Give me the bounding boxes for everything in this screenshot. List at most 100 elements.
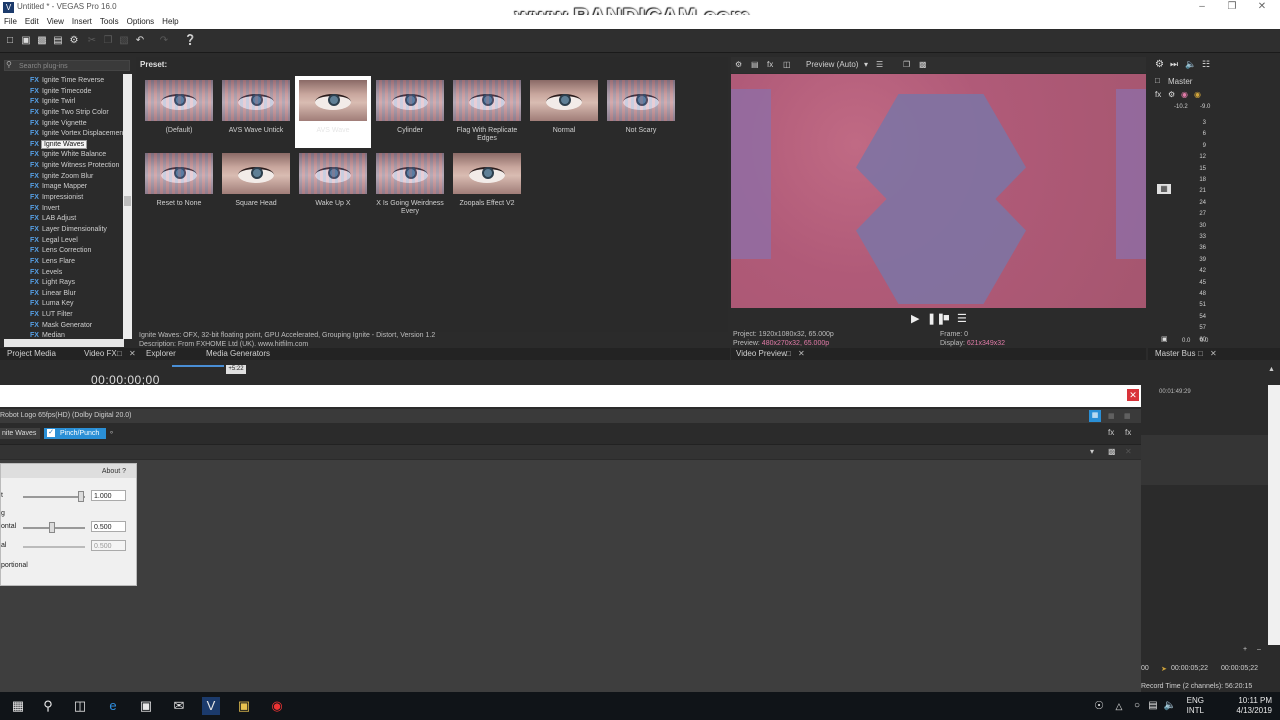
plugin-item[interactable]: FX Light Rays [30, 278, 124, 289]
plugin-item[interactable]: FX Image Mapper [30, 182, 124, 193]
lock-icon[interactable]: ▣ [1161, 335, 1168, 343]
menu-help[interactable]: Help [158, 15, 182, 29]
bandicam-record-icon[interactable]: ◉ [268, 697, 286, 715]
plugin-list-horizontal-scrollbar[interactable] [4, 339, 124, 347]
cut-icon[interactable]: ✂ [86, 35, 98, 47]
param-value-field[interactable]: 0.500 [91, 540, 126, 551]
menu-tools[interactable]: Tools [96, 15, 123, 29]
delete-preset-icon[interactable]: ✕ [1125, 447, 1132, 456]
plugin-item[interactable]: FX Ignite Witness Protection [30, 161, 124, 172]
record-icon[interactable]: ◉ [1181, 90, 1188, 99]
plugin-item[interactable]: FX Linear Blur [30, 289, 124, 300]
copy-snapshot-icon[interactable]: ❐ [903, 60, 910, 69]
open-folder-icon[interactable]: ▣ [20, 35, 32, 47]
timeline-track-area[interactable] [1141, 435, 1268, 485]
people-icon[interactable]: ☉ [1090, 697, 1108, 715]
master-close-icon[interactable]: ✕ [1210, 349, 1217, 358]
preview-close-icon[interactable]: ✕ [798, 349, 805, 358]
menu-insert[interactable]: Insert [68, 15, 96, 29]
zoom-out-icon[interactable]: – [1257, 646, 1261, 653]
redo-icon[interactable]: ↷ [158, 35, 170, 47]
master-fx-icon[interactable]: fx [1155, 90, 1161, 99]
menu-file[interactable]: File [0, 15, 21, 29]
menu-options[interactable]: Options [123, 15, 159, 29]
tab-close-icon[interactable]: ✕ [129, 349, 136, 358]
master-settings-icon[interactable]: ⚙ [1168, 90, 1175, 99]
about-link[interactable]: About ? [102, 468, 126, 475]
menu-view[interactable]: View [43, 15, 68, 29]
preset-item[interactable]: X Is Going Weirdness Every [372, 149, 448, 215]
new-icon[interactable]: □ [4, 35, 16, 47]
overlays-icon[interactable]: ☰ [876, 60, 883, 69]
menu-edit[interactable]: Edit [21, 15, 43, 29]
speaker-icon[interactable]: 🔈 [1185, 59, 1196, 70]
scrollbar-thumb[interactable] [124, 196, 131, 206]
preview-settings-icon[interactable]: ▤ [751, 60, 759, 69]
preview-float-icon[interactable]: □ [786, 349, 791, 358]
chain-option-2-icon[interactable]: ▦ [1124, 412, 1131, 420]
windows-start-icon[interactable]: ▦ [9, 697, 27, 715]
volume-icon[interactable]: 🔈 [1161, 697, 1179, 715]
preset-item[interactable]: Square Head [218, 149, 294, 215]
plugin-item[interactable]: FX Ignite Zoom Blur [30, 172, 124, 183]
paste-icon[interactable]: ▧ [118, 35, 130, 47]
zoom-in-icon[interactable]: + [1243, 646, 1247, 653]
render-icon[interactable]: ▤ [52, 35, 64, 47]
plugin-item[interactable]: FX Ignite Vortex Displacement [30, 129, 124, 140]
plugin-item[interactable]: FX Lens Flare [30, 257, 124, 268]
save-snapshot-icon[interactable]: ▩ [919, 60, 927, 69]
timeline-vertical-scrollbar[interactable] [1268, 385, 1280, 645]
preset-item[interactable]: AVS Wave Untick [218, 76, 294, 142]
menu-lines-icon[interactable]: ☰ [957, 312, 967, 325]
preset-item[interactable]: Reset to None [141, 149, 217, 215]
preset-dropdown-chevron-icon[interactable]: ▾ [1090, 447, 1094, 456]
preset-item[interactable]: AVS Wave [295, 76, 371, 148]
preset-item[interactable]: Normal [526, 76, 602, 142]
plugin-item[interactable]: FX Lens Correction [30, 246, 124, 257]
restore-icon[interactable]: ❐ [1220, 1, 1244, 13]
mixer-icon[interactable]: ☷ [1202, 59, 1210, 70]
split-screen-icon[interactable]: ◫ [783, 60, 791, 69]
save-icon[interactable]: ▩ [36, 35, 48, 47]
search-plugins-input[interactable]: Search plug-ins [4, 60, 130, 71]
fx-window-close-icon[interactable]: ✕ [1127, 389, 1139, 401]
play-icon[interactable]: ▶ [911, 312, 919, 325]
tab-float-icon[interactable]: □ [117, 349, 122, 358]
minimize-icon[interactable]: – [1190, 1, 1214, 13]
timeline-loop-bar[interactable] [172, 365, 224, 367]
store-icon[interactable]: ▣ [137, 697, 155, 715]
edge-browser-icon[interactable]: e [104, 697, 122, 715]
param-value-field[interactable]: 1.000 [91, 490, 126, 501]
chain-toggle-icon[interactable]: ▦ [1089, 410, 1101, 422]
chain-option-icon[interactable]: ▦ [1108, 412, 1115, 420]
task-view-icon[interactable]: ◫ [71, 697, 89, 715]
search-icon[interactable]: ⚲ [39, 697, 57, 715]
preset-item[interactable]: Wake Up X [295, 149, 371, 215]
chevron-down-icon[interactable]: ▾ [864, 60, 868, 69]
input-language[interactable]: ENG INTL [1187, 696, 1204, 716]
tray-chevron-icon[interactable]: △ [1110, 697, 1128, 715]
tab-video-preview[interactable]: Video Preview [736, 349, 787, 358]
remove-fx-icon[interactable]: fx [1125, 428, 1131, 437]
fader-handle[interactable]: ▦ [1157, 184, 1171, 194]
plugin-item[interactable]: FX Layer Dimensionality [30, 225, 124, 236]
fx-chip-pinch-punch[interactable]: ✓ Pinch/Punch [44, 428, 106, 439]
plugin-item[interactable]: FX Mask Generator [30, 321, 124, 332]
network-icon[interactable]: ▤ [1144, 697, 1162, 715]
clock[interactable]: 10:11 PM 4/13/2019 [1236, 696, 1272, 716]
preset-item[interactable]: Flag With Replicate Edges [449, 76, 525, 142]
help-pointer-icon[interactable]: ❔ [184, 35, 196, 47]
add-fx-icon[interactable]: fx [1108, 428, 1114, 437]
plugin-item[interactable]: FX LUT Filter [30, 310, 124, 321]
plugin-item[interactable]: FX Ignite Time Reverse [30, 76, 124, 87]
preset-item[interactable]: Cylinder [372, 76, 448, 142]
plugin-item[interactable]: FX Ignite Vignette [30, 119, 124, 130]
master-gear-icon[interactable]: ⚙ [1155, 59, 1164, 70]
plugin-item[interactable]: FX Ignite Timecode [30, 87, 124, 98]
plugin-item[interactable]: FX Invert [30, 204, 124, 215]
save-preset-icon[interactable]: ▩ [1108, 447, 1116, 456]
plugin-list-scrollbar[interactable] [123, 74, 132, 339]
plugin-item[interactable]: FX Luma Key [30, 299, 124, 310]
preset-item[interactable]: (Default) [141, 76, 217, 142]
master-checkbox[interactable]: □ [1155, 76, 1160, 85]
